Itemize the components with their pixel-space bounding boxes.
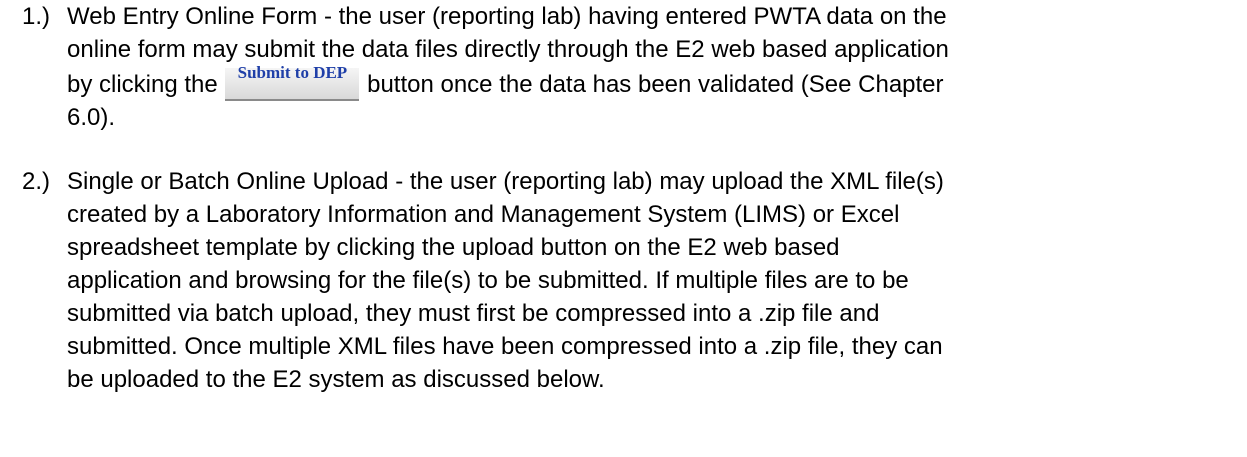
paragraph-line-with-button: by clicking the Submit to DEP button onc… [67,63,944,101]
paragraph-line: submitted via batch upload, they must fi… [67,300,880,327]
paragraph-line: submitted. Once multiple XML files have … [67,333,943,360]
paragraph-line: 6.0). [67,104,116,131]
list-item-number: 1.) [22,3,51,30]
paragraph-line: Web Entry Online Form - the user (report… [67,3,947,30]
list-item-number: 2.) [22,168,51,195]
paragraph-line: Single or Batch Online Upload - the user… [67,168,944,195]
submit-button-label: Submit to DEP [237,63,348,82]
paragraph-line: spreadsheet template by clicking the upl… [67,234,840,261]
submit-to-dep-button[interactable]: Submit to DEP [225,63,360,101]
paragraph-text: by clicking the [67,71,218,98]
paragraph-text: button once the data has been validated … [367,71,944,98]
paragraph-line: created by a Laboratory Information and … [67,201,900,228]
paragraph-line: online form may submit the data files di… [67,36,949,63]
paragraph-line: be uploaded to the E2 system as discusse… [67,366,605,393]
paragraph-line: application and browsing for the file(s)… [67,267,909,294]
